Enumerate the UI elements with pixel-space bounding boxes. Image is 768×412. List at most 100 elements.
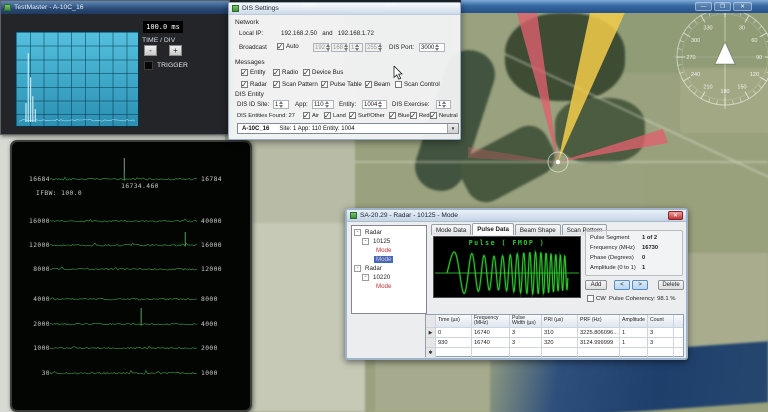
land-filter-checkbox[interactable]: Land (324, 111, 346, 120)
dialog-titlebar[interactable]: DIS Settings (229, 3, 460, 15)
maximize-icon[interactable]: ❐ (714, 2, 731, 11)
collapse-icon[interactable]: - (354, 265, 361, 272)
cw-checkbox[interactable]: CW (587, 295, 606, 302)
red-filter-checkbox[interactable]: Red (410, 111, 430, 120)
tab-pulse-data[interactable]: Pulse Data (472, 223, 514, 235)
tab-bar: Mode Data Pulse Data Beam Shape Scan Pat… (431, 223, 608, 235)
spinner-icon[interactable] (435, 44, 441, 51)
checkbox[interactable] (277, 42, 284, 51)
collapse-icon[interactable]: - (362, 238, 369, 245)
surf-other-filter-checkbox[interactable]: Surf/Other (349, 111, 385, 120)
close-icon[interactable]: ✕ (733, 2, 752, 11)
tree-item-mode[interactable]: Mode (352, 282, 426, 291)
auto-broadcast-checkbox[interactable]: Auto (277, 42, 299, 51)
pulse-table-checkbox[interactable]: Pulse Table (321, 80, 362, 89)
time-div-increase-button[interactable]: + (169, 45, 182, 56)
ip-octet-field[interactable]: 1 (349, 43, 363, 52)
column-header[interactable]: Pulse Width (µs) (510, 315, 542, 327)
scan-control-checkbox[interactable]: Scan Control (395, 81, 440, 88)
svg-text:300: 300 (691, 38, 700, 44)
table-row[interactable]: ▶ 0 16740 3 310 3225.806096... 1 3 (426, 328, 683, 338)
band-label: 16000 (201, 242, 222, 249)
spinner-icon[interactable] (324, 101, 331, 108)
collapse-icon[interactable]: - (362, 274, 369, 281)
radar-checkbox[interactable]: Radar (241, 80, 267, 89)
svg-text:210: 210 (703, 84, 712, 90)
minimize-icon[interactable]: — (695, 2, 712, 11)
tree-item-mode-selected[interactable]: Mode (352, 255, 426, 264)
blue-filter-checkbox[interactable]: Blue (389, 111, 410, 120)
time-div-decrease-button[interactable]: - (144, 45, 157, 56)
column-header[interactable]: PRI (µs) (542, 315, 578, 327)
svg-text:270: 270 (686, 55, 695, 61)
collapse-icon[interactable]: - (354, 229, 361, 236)
tab-beam-shape[interactable]: Beam Shape (514, 224, 561, 235)
frequency-label: Frequency (MHz) (590, 245, 635, 251)
entity-checkbox[interactable]: Entity (241, 68, 265, 77)
trigger-label: TRIGGER (157, 62, 188, 69)
table-row[interactable]: 930 16740 3 320 3124.999999 1 3 (426, 338, 683, 348)
trigger-checkbox[interactable] (144, 61, 153, 70)
ip-octet-field[interactable]: 192 (313, 43, 331, 52)
pulse-waveform-display: Pulse ( FMOP ) (433, 236, 581, 298)
spinner-icon[interactable] (355, 44, 361, 51)
site-field[interactable]: 1 (273, 100, 289, 109)
column-header[interactable]: Time (µs) (436, 315, 472, 327)
entity-dropdown[interactable]: A-10C_16 Site: 1 App: 110 Entity: 1004 ▼ (237, 123, 459, 134)
delete-button[interactable]: Delete (658, 280, 684, 290)
band-label: 16000 (29, 218, 50, 225)
scope-window-title: TestMaster - A-10C_16 (14, 4, 84, 11)
dis-exercise-label: DIS Exercise: (392, 101, 430, 108)
exercise-field[interactable]: 1 (436, 100, 451, 109)
radar-window-titlebar[interactable]: SA-20.29 - Radar - 10125 - Mode (347, 210, 686, 222)
ip-octet-field[interactable]: 168 (331, 43, 349, 52)
column-header[interactable]: Frequency (MHz) (472, 315, 510, 327)
auto-label: Auto (286, 43, 299, 50)
column-header[interactable]: PRF (Hz) (578, 315, 620, 327)
band-label: 16684 (29, 176, 50, 183)
tree-item-10125[interactable]: - 10125 (352, 237, 426, 246)
band-label: 16784 (201, 176, 222, 183)
beam-checkbox[interactable]: Beam (365, 80, 390, 89)
entity-field[interactable]: 1004 (362, 100, 387, 109)
neutral-filter-checkbox[interactable]: Neutral (430, 111, 458, 120)
network-section-label: Network (235, 19, 259, 26)
air-filter-checkbox[interactable]: Air (303, 111, 319, 120)
pulse-coherency-readout: Pulse Coherency: 98.1 % (609, 296, 676, 302)
tree-item-radar[interactable]: - Radar (352, 228, 426, 237)
band-label: 8000 (33, 266, 50, 273)
add-button[interactable]: Add (585, 280, 607, 290)
column-header[interactable]: Amplitude (620, 315, 648, 327)
ip-octet-field[interactable]: 255 (365, 43, 383, 52)
spinner-icon[interactable] (279, 101, 285, 108)
prev-segment-button[interactable]: < (614, 280, 630, 290)
column-header[interactable]: Count (648, 315, 674, 327)
tab-mode-data[interactable]: Mode Data (431, 224, 472, 235)
scan-pattern-checkbox[interactable]: Scan Pattern (273, 80, 318, 89)
tree-item-mode[interactable]: Mode (352, 246, 426, 255)
radar-tree-panel: - Radar - 10125 Mode Mode - Radar - 1022… (351, 225, 427, 314)
band-label: 8000 (201, 296, 218, 303)
ifbw-readout: IFBW: 100.0 (36, 190, 83, 197)
spinner-icon[interactable] (344, 44, 349, 51)
dis-port-field[interactable]: 3000 (419, 43, 445, 52)
radio-checkbox[interactable]: Radio (273, 68, 298, 77)
table-new-row[interactable]: ✱ (426, 348, 683, 358)
spinner-icon[interactable] (378, 44, 383, 51)
app-field[interactable]: 110 (312, 100, 334, 109)
spinner-icon[interactable] (442, 101, 448, 108)
spinner-icon[interactable] (326, 44, 331, 51)
local-ip-value: 192.168.2.50 and 192.168.1.72 (281, 30, 374, 37)
time-per-div-value: 100.0 ms (143, 21, 183, 33)
device-bus-checkbox[interactable]: Device Bus (303, 68, 343, 77)
next-segment-button[interactable]: > (632, 280, 648, 290)
chevron-down-icon[interactable]: ▼ (447, 124, 458, 133)
close-icon[interactable]: ✕ (668, 211, 683, 220)
spinner-icon[interactable] (378, 101, 384, 108)
marker-frequency-readout: 16734.460 (121, 183, 159, 190)
tree-item-radar[interactable]: - Radar (352, 264, 426, 273)
tree-item-10220[interactable]: - 10220 (352, 273, 426, 282)
segment-value: 1 of 2 (642, 235, 658, 241)
scope-window-titlebar[interactable]: TestMaster - A-10C_16 (1, 1, 229, 14)
band-label: 2000 (201, 345, 218, 352)
